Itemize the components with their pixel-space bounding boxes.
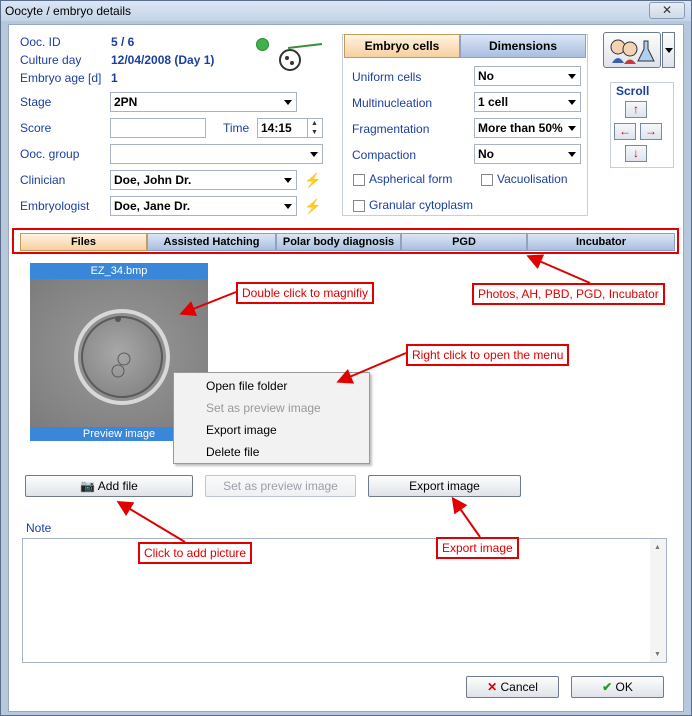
annotation-arrows: [116, 254, 591, 543]
